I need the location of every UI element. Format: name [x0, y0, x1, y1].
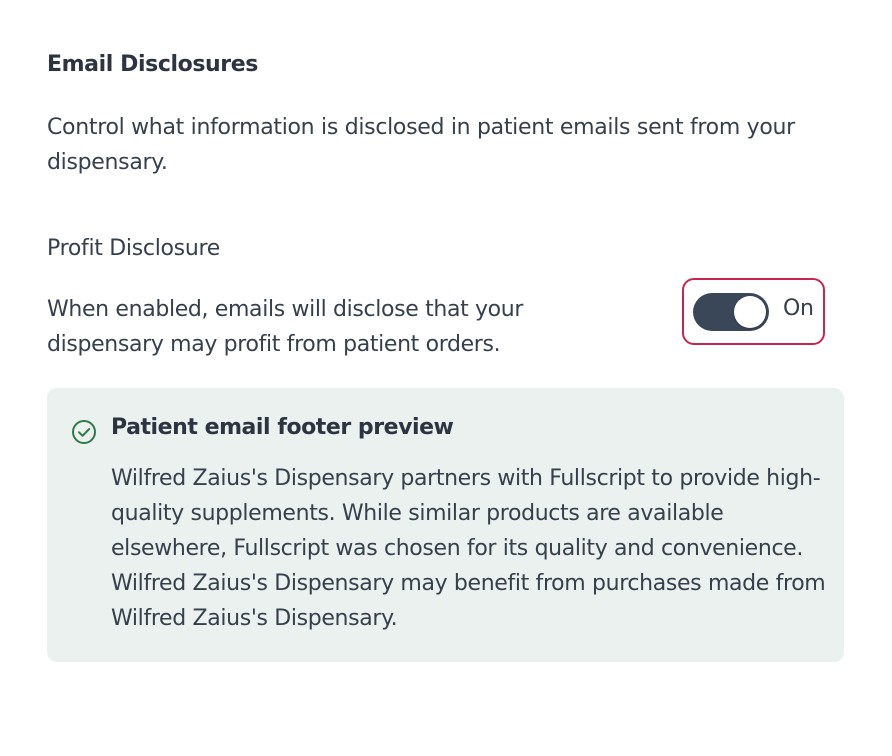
preview-title: Patient email footer preview [111, 415, 454, 440]
check-circle-icon [72, 420, 96, 444]
toggle-state-label: On [783, 296, 814, 321]
section-description: Control what information is disclosed in… [47, 115, 795, 175]
email-footer-preview: Patient email footer preview Wilfred Zai… [47, 388, 844, 662]
toggle-knob[interactable] [734, 296, 766, 328]
preview-text: Wilfred Zaius's Dispensary partners with… [111, 466, 826, 631]
profit-disclosure-toggle[interactable]: On [682, 278, 825, 345]
setting-description: When enabled, emails will disclose that … [47, 297, 524, 357]
setting-title: Profit Disclosure [47, 236, 220, 261]
toggle-track[interactable] [693, 293, 769, 331]
section-title: Email Disclosures [47, 52, 258, 77]
